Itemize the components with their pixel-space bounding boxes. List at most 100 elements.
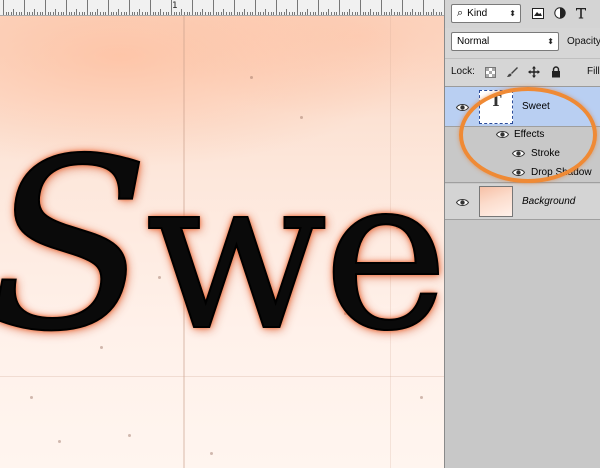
- ruler-tick: [228, 12, 230, 15]
- ruler-tick: [404, 12, 406, 15]
- layer-row-sweet[interactable]: T Sweet: [445, 87, 600, 127]
- ruler-tick: [21, 12, 23, 15]
- ruler-tick: [29, 12, 31, 15]
- lock-brush-icon[interactable]: [505, 65, 519, 79]
- text-layer-thumbnail: T: [479, 90, 513, 124]
- ruler-tick: [55, 9, 57, 15]
- image-filter-icon[interactable]: [531, 6, 545, 20]
- ruler-tick: [354, 12, 356, 15]
- ruler-tick: [118, 9, 120, 15]
- eye-icon[interactable]: [455, 197, 469, 207]
- ruler-tick: [123, 12, 125, 15]
- ruler-tick: [417, 12, 419, 15]
- lock-label: Lock:: [451, 66, 475, 77]
- paper-speck: [30, 396, 33, 399]
- ruler-tick: [108, 0, 109, 15]
- lock-all-icon[interactable]: [549, 65, 563, 79]
- ruler-tick: [136, 12, 138, 15]
- layer-name: Background: [522, 196, 576, 207]
- ruler-tick: [134, 12, 136, 15]
- ruler-tick: [115, 12, 117, 15]
- ruler-tick: [110, 12, 112, 15]
- ruler-tick: [352, 12, 353, 15]
- ruler-tick: [165, 12, 167, 15]
- ruler-tick: [50, 12, 52, 15]
- canvas-text-cap: S: [0, 108, 151, 383]
- background-layer-thumbnail: [479, 186, 513, 217]
- ruler-tick: [192, 0, 193, 15]
- ruler-tick: [199, 12, 201, 15]
- ruler-tick: [47, 12, 49, 15]
- ruler-tick: [420, 12, 422, 15]
- eye-icon[interactable]: [495, 129, 509, 139]
- ruler-tick: [323, 12, 325, 15]
- eye-icon[interactable]: [511, 148, 525, 158]
- ruler-tick: [346, 12, 348, 15]
- ruler-tick: [102, 12, 104, 15]
- stepper-arrows-icon: ⬍: [509, 8, 516, 18]
- canvas-text-rest: weet: [145, 130, 444, 377]
- document-canvas[interactable]: Sweet: [0, 16, 444, 468]
- ruler-tick: [268, 12, 269, 15]
- ruler-tick: [270, 12, 272, 15]
- ruler-tick: [13, 9, 15, 15]
- ruler-tick: [341, 12, 343, 15]
- ruler-tick: [399, 12, 401, 15]
- ruler-tick: [92, 12, 94, 15]
- layer-filter-row: ⌕ Kind ⬍: [445, 0, 600, 28]
- ruler-tick: [291, 12, 293, 15]
- ruler-tick: [357, 12, 359, 15]
- paper-speck: [128, 434, 131, 437]
- ruler-tick: [226, 12, 227, 15]
- effect-row-stroke[interactable]: Stroke: [445, 144, 600, 163]
- ruler-tick: [325, 12, 327, 15]
- ruler-tick: [121, 12, 122, 15]
- ruler-tick: [255, 0, 256, 15]
- lock-transparent-icon[interactable]: [483, 65, 497, 79]
- ruler-tick: [234, 0, 235, 15]
- ruler-tick: [423, 0, 424, 15]
- lock-row: Lock: Fill: [445, 58, 600, 84]
- ruler-tick: [142, 12, 143, 15]
- search-icon: ⌕: [457, 7, 464, 19]
- ruler-tick: [320, 12, 322, 15]
- layer-row-background[interactable]: Background: [445, 184, 600, 220]
- ruler-tick: [97, 9, 99, 15]
- effect-row-drop-shadow[interactable]: Drop Shadow: [445, 163, 600, 183]
- ruler-tick: [184, 12, 185, 15]
- ruler-tick: [367, 12, 369, 15]
- ruler-tick: [218, 12, 220, 15]
- ruler-tick: [176, 12, 178, 15]
- eye-icon[interactable]: [511, 167, 525, 177]
- ruler-tick: [73, 12, 75, 15]
- ruler-tick: [388, 12, 390, 15]
- ruler-tick: [157, 12, 159, 15]
- ruler-tick: [412, 9, 414, 15]
- eye-icon[interactable]: [455, 102, 469, 112]
- effects-row[interactable]: Effects: [445, 125, 600, 144]
- paper-speck: [250, 76, 253, 79]
- ruler-tick: [34, 9, 36, 15]
- ruler-tick: [113, 12, 115, 15]
- blend-mode-select[interactable]: Normal ⬍: [451, 32, 559, 51]
- ruler-tick: [213, 0, 214, 15]
- ruler-tick: [409, 12, 411, 15]
- adjustment-filter-icon[interactable]: [553, 6, 567, 20]
- ruler-tick: [378, 12, 380, 15]
- ruler-tick: [144, 12, 146, 15]
- ruler-tick: [315, 12, 317, 15]
- ruler-tick: [5, 12, 7, 15]
- ruler-tick: [307, 9, 309, 15]
- lock-move-icon[interactable]: [527, 65, 541, 79]
- canvas-text-sweet[interactable]: Sweet: [0, 127, 444, 365]
- ruler-tick: [304, 12, 306, 15]
- ruler-tick: [373, 12, 374, 15]
- ruler-tick: [207, 12, 209, 15]
- ruler-tick: [433, 9, 435, 15]
- filter-kind-value: Kind: [467, 8, 488, 19]
- type-filter-icon[interactable]: [574, 6, 588, 20]
- ruler-tick: [386, 12, 388, 15]
- filter-kind-select[interactable]: ⌕ Kind ⬍: [451, 4, 521, 23]
- ruler-tick: [186, 12, 188, 15]
- ruler-tick: [339, 0, 340, 15]
